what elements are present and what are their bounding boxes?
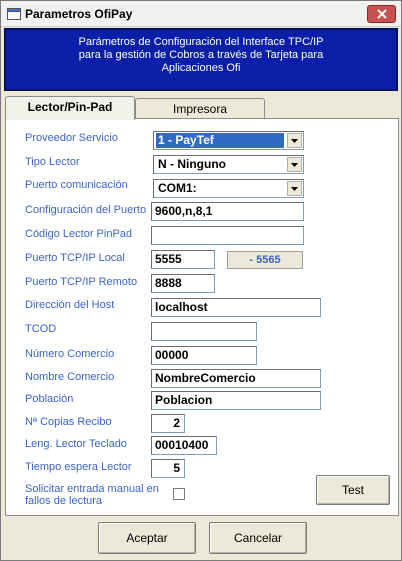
- proveedor-value: 1 - PayTef: [156, 133, 284, 148]
- poblacion-input[interactable]: Poblacion: [151, 391, 321, 410]
- chevron-down-icon: [291, 186, 298, 191]
- banner-line-3: Aplicaciones Ofi: [161, 62, 241, 74]
- aceptar-button[interactable]: Aceptar: [98, 522, 196, 554]
- config-puerto-input[interactable]: 9600,n,8,1: [151, 202, 304, 221]
- header-banner: Parámetros de Configuración del Interfac…: [4, 28, 398, 91]
- chevron-down-icon: [291, 138, 298, 143]
- dropdown-arrow[interactable]: [287, 157, 302, 172]
- nombre-comercio-input[interactable]: NombreComercio: [151, 369, 321, 388]
- title-bar[interactable]: Parametros OfiPay: [1, 1, 401, 27]
- codigo-pinpad-input[interactable]: [151, 226, 304, 245]
- tab-panel: [5, 118, 399, 516]
- leng-lector-label: Leng. Lector Teclado: [25, 438, 127, 450]
- tipo-lector-value: N - Ninguno: [158, 157, 226, 171]
- poblacion-label: Población: [25, 393, 74, 405]
- app-icon: [7, 8, 21, 20]
- leng-lector-input[interactable]: 00010400: [151, 436, 217, 455]
- test-button[interactable]: Test: [316, 475, 390, 505]
- tipo-lector-label: Tipo Lector: [25, 156, 80, 168]
- tipo-lector-select[interactable]: N - Ninguno: [153, 155, 304, 174]
- entrada-manual-label: Solicitar entrada manual en fallos de le…: [25, 483, 159, 507]
- window-title: Parametros OfiPay: [25, 7, 133, 21]
- tcp-remoto-label: Puerto TCP/IP Remoto: [25, 276, 138, 288]
- tiempo-espera-input[interactable]: 5: [151, 459, 185, 478]
- tcod-label: TCOD: [25, 323, 57, 335]
- tcod-input[interactable]: [151, 322, 257, 341]
- copias-input[interactable]: 2: [151, 414, 185, 433]
- tiempo-espera-label: Tiempo espera Lector: [25, 461, 132, 473]
- host-input[interactable]: localhost: [151, 298, 321, 317]
- cancelar-button[interactable]: Cancelar: [209, 522, 307, 554]
- puerto-com-select[interactable]: COM1:: [153, 179, 304, 198]
- dropdown-arrow[interactable]: [287, 181, 302, 196]
- chevron-down-icon: [291, 162, 298, 167]
- num-comercio-input[interactable]: 00000: [151, 346, 257, 365]
- entrada-manual-checkbox[interactable]: [173, 488, 185, 500]
- tcp-range-display: - 5565: [227, 251, 303, 269]
- close-button[interactable]: [367, 5, 396, 23]
- puerto-com-label: Puerto comunicación: [25, 179, 128, 191]
- host-label: Dirección del Host: [25, 299, 115, 311]
- copias-label: Nª Copias Recibo: [25, 416, 112, 428]
- puerto-com-value: COM1:: [158, 181, 197, 195]
- tab-impresora[interactable]: Impresora: [135, 98, 265, 120]
- tcp-local-label: Puerto TCP/IP Local: [25, 252, 125, 264]
- dropdown-arrow[interactable]: [287, 133, 302, 148]
- config-puerto-label: Configuración del Puerto: [25, 204, 147, 216]
- banner-line-2: para la gestión de Cobros a través de Ta…: [78, 49, 324, 61]
- codigo-pinpad-label: Código Lector PinPad: [25, 228, 133, 240]
- close-icon: [376, 9, 387, 19]
- proveedor-select[interactable]: 1 - PayTef: [153, 131, 304, 150]
- proveedor-label: Proveedor Servicio: [25, 132, 118, 144]
- tcp-local-input[interactable]: 5555: [151, 250, 215, 269]
- num-comercio-label: Número Comercio: [25, 348, 115, 360]
- tab-lector-pinpad[interactable]: Lector/Pin-Pad: [5, 96, 135, 120]
- banner-line-1: Parámetros de Configuración del Interfac…: [78, 36, 324, 48]
- dialog-window: Parametros OfiPay Parámetros de Configur…: [0, 0, 402, 561]
- nombre-comercio-label: Nombre Comercio: [25, 371, 115, 383]
- tcp-remoto-input[interactable]: 8888: [151, 274, 215, 293]
